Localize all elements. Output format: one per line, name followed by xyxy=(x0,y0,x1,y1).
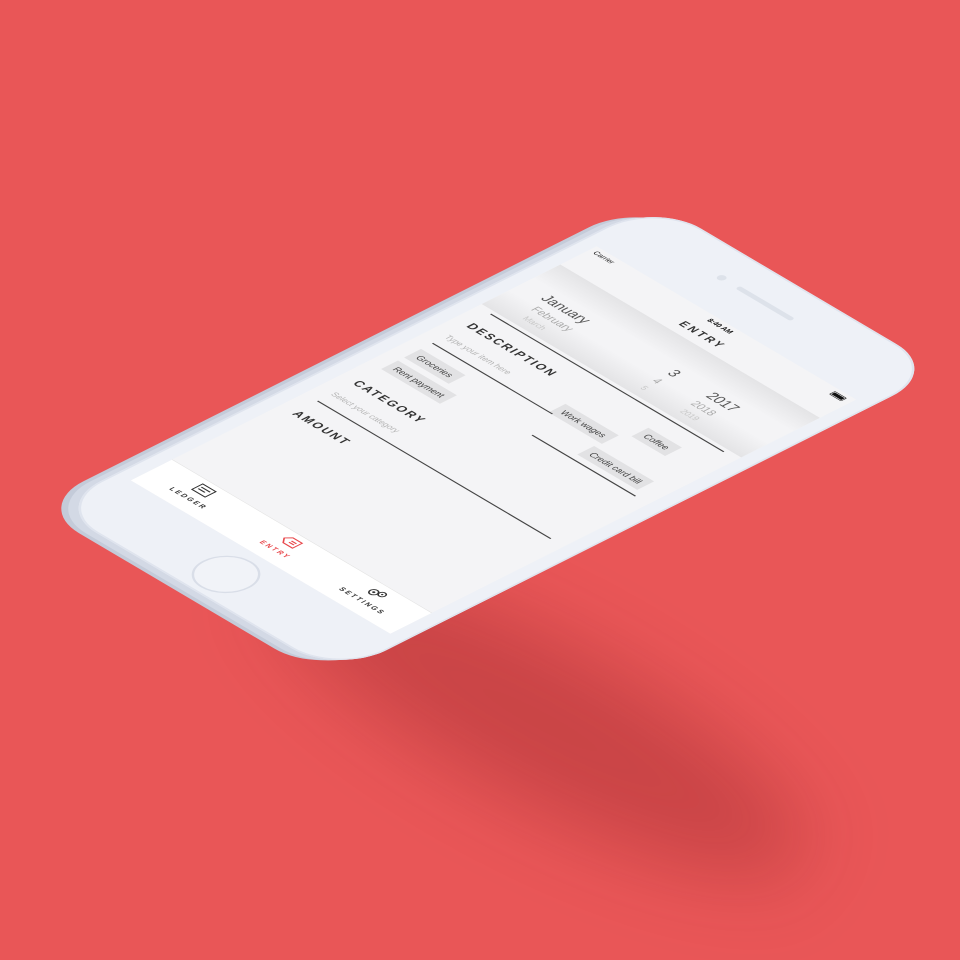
scene-background: Carrier 8:40 AM ENTRY January February M… xyxy=(0,0,960,960)
day-option[interactable]: 5 xyxy=(638,385,651,392)
phone-device: Carrier 8:40 AM ENTRY January February M… xyxy=(51,202,942,675)
suggestion-chip[interactable]: Work wages xyxy=(548,403,619,444)
entry-icon xyxy=(282,537,304,549)
category-underline xyxy=(316,400,552,540)
amount-label: AMOUNT xyxy=(289,409,355,447)
day-option[interactable]: 4 xyxy=(648,377,666,386)
tab-bar: LEDGER ENTRY SETTINGS xyxy=(130,459,433,634)
tab-settings[interactable]: SETTINGS xyxy=(324,571,417,623)
settings-icon xyxy=(368,589,388,598)
earpiece-speaker xyxy=(735,286,796,321)
suggestion-chip[interactable]: Coffee xyxy=(631,427,682,457)
front-camera xyxy=(714,274,729,282)
tab-ledger[interactable]: LEDGER xyxy=(150,468,243,520)
ledger-icon xyxy=(190,483,218,498)
day-option-selected[interactable]: 3 xyxy=(663,367,685,379)
